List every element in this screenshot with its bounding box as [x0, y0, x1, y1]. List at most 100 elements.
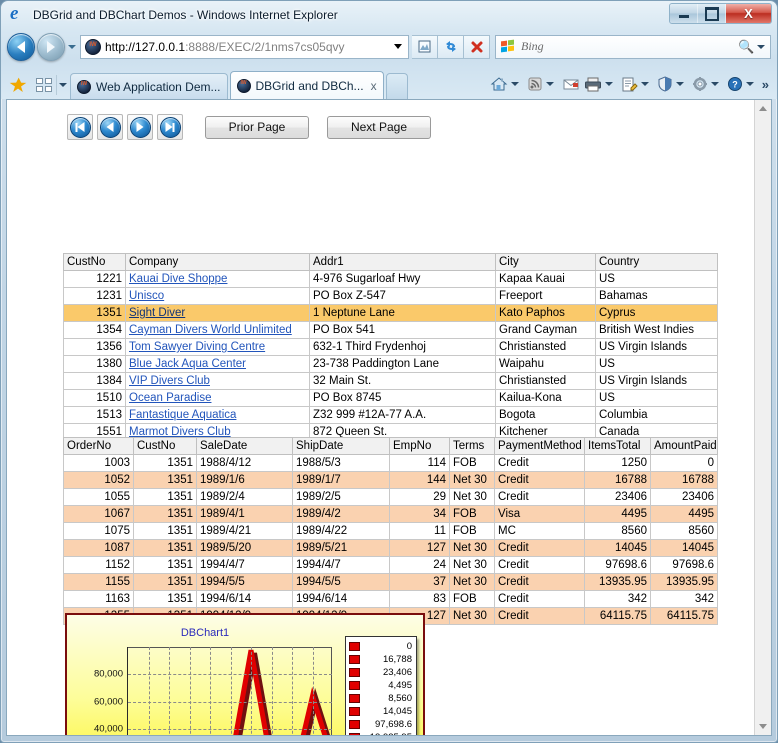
print-button[interactable] [582, 72, 619, 96]
search-box[interactable]: Bing 🔍 [495, 35, 771, 59]
table-row[interactable]: 115513511994/5/51994/5/537Net 30Credit13… [64, 574, 718, 591]
column-header[interactable]: OrderNo [64, 438, 134, 455]
company-link[interactable]: Sight Diver [129, 307, 185, 319]
chart-y-tick-label: 60,000 [94, 696, 123, 707]
column-header[interactable]: ItemsTotal [585, 438, 651, 455]
maximize-button[interactable] [698, 4, 726, 23]
company-link[interactable]: Fantastique Aquatica [129, 409, 236, 421]
company-link[interactable]: Unisco [129, 290, 164, 302]
next-record-button[interactable] [127, 114, 153, 140]
chevron-down-icon[interactable] [605, 82, 613, 86]
column-header[interactable]: Country [596, 254, 718, 271]
minimize-button[interactable] [670, 4, 698, 23]
company-link[interactable]: Cayman Divers World Unlimited [129, 324, 292, 336]
chevron-down-icon[interactable] [511, 82, 519, 86]
column-header[interactable]: Company [126, 254, 310, 271]
search-provider-dropdown-icon[interactable] [754, 45, 767, 49]
company-link[interactable]: Ocean Paradise [129, 392, 211, 404]
back-button[interactable] [7, 33, 35, 61]
table-row[interactable]: 107513511989/4/211989/4/2211FOBMC8560856… [64, 523, 718, 540]
tab-web-application-demo[interactable]: Web Application Dem... [70, 73, 228, 99]
cell-city: Grand Cayman [496, 322, 596, 339]
compatibility-view-button[interactable] [412, 35, 438, 59]
table-row[interactable]: 1221Kauai Dive Shoppe4-976 Sugarloaf Hwy… [64, 271, 718, 288]
column-header[interactable]: AmountPaid [651, 438, 718, 455]
prior-record-button[interactable] [97, 114, 123, 140]
column-header[interactable]: Terms [450, 438, 495, 455]
chevron-down-icon[interactable] [711, 82, 719, 86]
tab-dbgrid-and-dbchart[interactable]: DBGrid and DBCh... x [230, 71, 384, 99]
table-row[interactable]: 1384VIP Divers Club32 Main St.Christians… [64, 373, 718, 390]
column-header[interactable]: CustNo [64, 254, 126, 271]
table-row[interactable]: 106713511989/4/11989/4/234FOBVisa4495449… [64, 506, 718, 523]
table-row[interactable]: 1380Blue Jack Aqua Center23-738 Paddingt… [64, 356, 718, 373]
new-tab-button[interactable] [386, 73, 408, 99]
quick-tabs-button[interactable] [33, 75, 55, 95]
column-header[interactable]: PaymentMethod [495, 438, 585, 455]
legend-value: 13,935.95 [364, 732, 412, 735]
cell-custno: 1351 [134, 591, 197, 608]
cell-shipdate: 1994/5/5 [293, 574, 390, 591]
address-dropdown-icon[interactable] [390, 44, 406, 49]
refresh-button[interactable] [438, 35, 464, 59]
prior-page-button[interactable]: Prior Page [205, 116, 309, 139]
help-button[interactable]: ? [725, 72, 760, 96]
cell-amountpaid: 64115.75 [651, 608, 718, 625]
table-row[interactable]: 105513511989/2/41989/2/529Net 30Credit23… [64, 489, 718, 506]
company-link[interactable]: Kauai Dive Shoppe [129, 273, 227, 285]
read-mail-button[interactable] [560, 72, 582, 96]
cell-company: VIP Divers Club [126, 373, 310, 390]
table-row[interactable]: 1356Tom Sawyer Diving Centre632-1 Third … [64, 339, 718, 356]
table-row[interactable]: 1513Fantastique AquaticaZ32 999 #12A-77 … [64, 407, 718, 424]
table-row[interactable]: 1351Sight Diver1 Neptune LaneKato Paphos… [64, 305, 718, 322]
forward-button[interactable] [37, 33, 65, 61]
first-record-button[interactable] [67, 114, 93, 140]
safety-button[interactable] [655, 72, 690, 96]
page-button[interactable] [619, 72, 655, 96]
scroll-up-button[interactable] [755, 100, 771, 117]
recent-pages-dropdown[interactable] [65, 33, 79, 61]
chevron-down-icon[interactable] [546, 82, 554, 86]
table-row[interactable]: 105213511989/1/61989/1/7144Net 30Credit1… [64, 472, 718, 489]
cell-city: Waipahu [496, 356, 596, 373]
scroll-down-button[interactable] [755, 718, 771, 735]
company-link[interactable]: VIP Divers Club [129, 375, 210, 387]
command-bar-overflow-button[interactable]: » [760, 77, 773, 92]
search-icon[interactable]: 🔍 [738, 39, 754, 55]
feeds-button[interactable] [525, 72, 560, 96]
last-record-button[interactable] [157, 114, 183, 140]
home-button[interactable] [488, 72, 525, 96]
address-bar[interactable]: http://127.0.0.1:8888/EXEC/2/1nms7cs05qv… [80, 35, 409, 59]
table-row[interactable]: 116313511994/6/141994/6/1483FOBCredit342… [64, 591, 718, 608]
tools-button[interactable] [690, 72, 725, 96]
next-page-button[interactable]: Next Page [327, 116, 431, 139]
column-header[interactable]: CustNo [134, 438, 197, 455]
cell-terms: FOB [450, 506, 495, 523]
column-header[interactable]: ShipDate [293, 438, 390, 455]
stop-button[interactable] [464, 35, 490, 59]
cell-city: Kato Paphos [496, 305, 596, 322]
table-row[interactable]: 1354Cayman Divers World UnlimitedPO Box … [64, 322, 718, 339]
table-row[interactable]: 108713511989/5/201989/5/21127Net 30Credi… [64, 540, 718, 557]
table-row[interactable]: 1510Ocean ParadisePO Box 8745Kailua-Kona… [64, 390, 718, 407]
favorites-button[interactable] [7, 71, 29, 99]
table-row[interactable]: 100313511988/4/121988/5/3114FOBCredit125… [64, 455, 718, 472]
chevron-down-icon[interactable] [676, 82, 684, 86]
close-window-button[interactable] [726, 4, 771, 23]
company-link[interactable]: Blue Jack Aqua Center [129, 358, 246, 370]
column-header[interactable]: Addr1 [310, 254, 496, 271]
chevron-down-icon[interactable] [641, 82, 649, 86]
chevron-down-icon[interactable] [746, 82, 754, 86]
column-header[interactable]: City [496, 254, 596, 271]
column-header[interactable]: EmpNo [390, 438, 450, 455]
tab-list-dropdown[interactable] [56, 75, 68, 95]
tab-close-button[interactable]: x [371, 79, 377, 93]
table-row[interactable]: 1231UniscoPO Box Z-547FreeportBahamas [64, 288, 718, 305]
table-row[interactable]: 115213511994/4/71994/4/724Net 30Credit97… [64, 557, 718, 574]
company-link[interactable]: Tom Sawyer Diving Centre [129, 341, 265, 353]
orders-grid[interactable]: OrderNoCustNoSaleDateShipDateEmpNoTermsP… [63, 437, 718, 625]
column-header[interactable]: SaleDate [197, 438, 293, 455]
vertical-scrollbar[interactable] [754, 100, 771, 735]
search-input[interactable]: Bing [521, 39, 738, 54]
customers-grid[interactable]: CustNoCompanyAddr1CityCountry 1221Kauai … [63, 253, 718, 441]
